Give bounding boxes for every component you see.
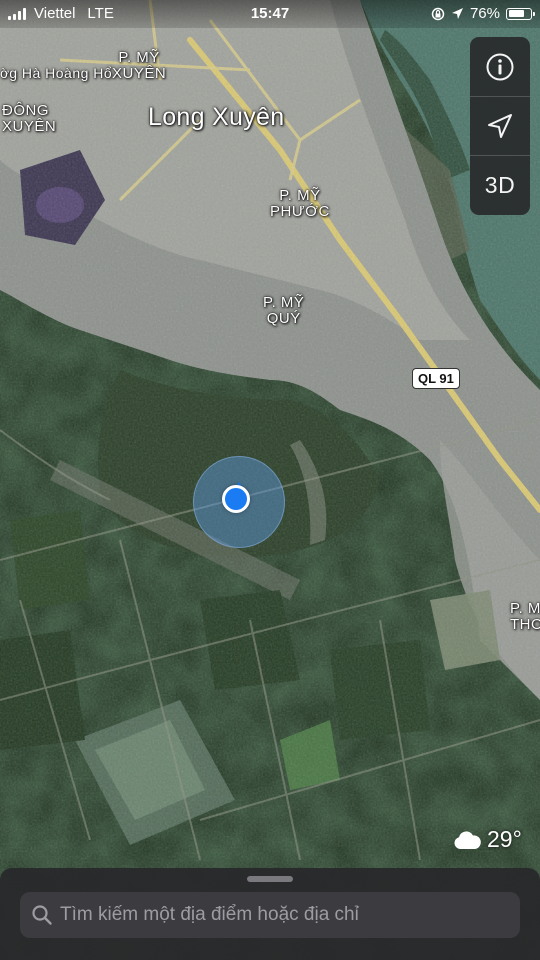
map-label-line: ĐÔNG	[2, 102, 49, 119]
track-location-button[interactable]	[470, 96, 530, 155]
map-label-ha-hoang-ho: ờg Hà Hoàng Hổ	[0, 65, 113, 81]
map-label-line: P. MỸ	[279, 187, 321, 204]
location-services-icon	[451, 8, 463, 19]
search-icon	[30, 903, 54, 927]
sheet-grabber[interactable]	[247, 876, 293, 882]
location-arrow-icon	[488, 114, 512, 138]
cloud-icon	[454, 830, 481, 849]
bottom-sheet[interactable]	[0, 868, 540, 960]
search-bar[interactable]	[20, 892, 520, 938]
temperature: 29°	[487, 826, 522, 852]
info-button[interactable]	[470, 37, 530, 96]
map-controls: 3D	[470, 37, 530, 215]
status-bar: Viettel LTE 15:47 76%	[0, 0, 540, 28]
map-label-city: Long Xuyên	[148, 103, 285, 131]
3d-view-button[interactable]: 3D	[470, 155, 530, 214]
route-shield[interactable]: QL 91	[412, 368, 460, 389]
maps-screen: ờg Hà Hoàng Hổ ĐÔNG XUYÊN P. MỸ XUYÊN Lo…	[0, 0, 540, 960]
map-label-line: PHƯỚC	[270, 202, 330, 220]
map-label-line: QUÝ	[266, 309, 301, 327]
battery-icon	[506, 7, 535, 20]
search-input[interactable]	[54, 904, 520, 926]
user-location-dot[interactable]	[222, 485, 250, 513]
map-label-my-xuyen: P. MỸ XUYÊN	[112, 50, 166, 82]
map-label-my-tho: P. MỸ THO	[510, 601, 540, 633]
satellite-map[interactable]: ờg Hà Hoàng Hổ ĐÔNG XUYÊN P. MỸ XUYÊN Lo…	[0, 0, 540, 960]
map-label-my-phuoc: P. MỸ PHƯỚC	[270, 188, 330, 220]
map-label-line: P. MỸ	[263, 294, 305, 311]
map-label-line: P. MỸ	[510, 600, 540, 617]
map-label-my-quy: P. MỸ QUÝ	[263, 295, 304, 327]
orientation-lock-icon	[431, 7, 445, 20]
map-label-line: THO	[510, 615, 540, 633]
status-bar-right: 76%	[431, 5, 535, 22]
weather-widget: 29°	[453, 826, 522, 853]
map-label-line: P. MỸ	[118, 49, 160, 66]
battery-tip	[533, 11, 535, 16]
map-label-dong-xuyen: ĐÔNG XUYÊN	[2, 103, 56, 135]
map-label-line: XUYÊN	[112, 64, 167, 82]
user-location-accuracy-circle[interactable]	[193, 456, 285, 548]
battery-level-fill	[508, 10, 524, 17]
map-label-line: XUYÊN	[2, 117, 57, 135]
info-icon	[486, 53, 514, 80]
battery-percent: 76%	[469, 5, 500, 22]
